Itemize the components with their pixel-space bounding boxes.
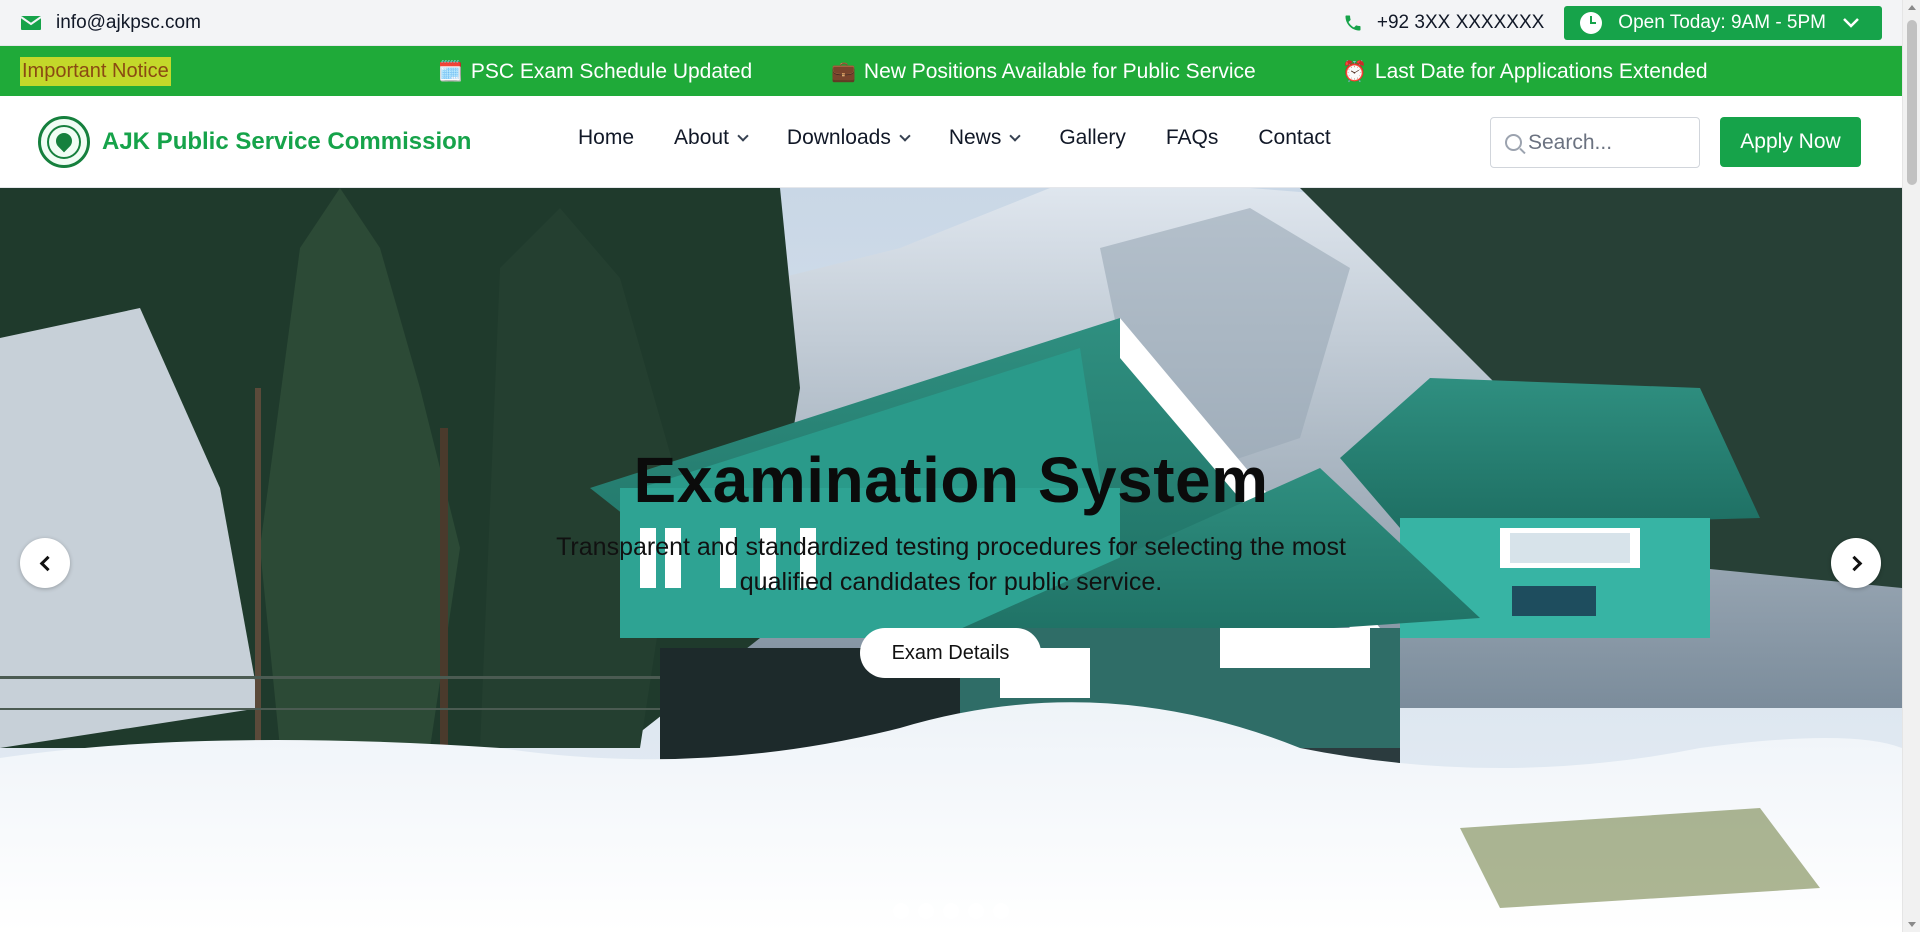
- search-icon: [1505, 134, 1522, 151]
- nav-item-label: FAQs: [1165, 126, 1219, 149]
- ticker-item-text: New Positions Available for Public Servi…: [863, 59, 1256, 83]
- nav-item-label: News: [948, 126, 1002, 149]
- nav-item-label: Gallery: [1059, 126, 1126, 149]
- ticker-item-text: Last Date for Applications Extended: [1374, 59, 1708, 83]
- chevron-down-icon: [899, 130, 911, 142]
- search-box[interactable]: [1490, 117, 1700, 168]
- ticker-item-text: PSC Exam Schedule Updated: [470, 59, 753, 83]
- email-contact[interactable]: info@ajkpsc.com: [20, 12, 201, 34]
- ticker-item[interactable]: 💼 New Positions Available for Public Ser…: [831, 59, 1256, 84]
- brand-link[interactable]: AJK Public Service Commission: [38, 116, 471, 168]
- nav-item-downloads[interactable]: Downloads: [786, 126, 911, 150]
- carousel-prev-button[interactable]: [20, 538, 70, 588]
- scroll-down-arrow-icon[interactable]: [1908, 922, 1916, 927]
- hero-carousel: Examination System Transparent and stand…: [0, 188, 1902, 932]
- nav-item-contact[interactable]: Contact: [1258, 126, 1330, 150]
- apply-now-button[interactable]: Apply Now: [1720, 117, 1861, 167]
- hero-title: Examination System: [633, 444, 1269, 516]
- chevron-down-icon: [737, 130, 749, 142]
- search-input[interactable]: [1528, 130, 1688, 155]
- scroll-up-arrow-icon[interactable]: [1908, 5, 1916, 10]
- notice-ticker: Important Notice 🗓️ PSC Exam Schedule Up…: [0, 46, 1902, 96]
- nav-item-label: Downloads: [786, 126, 891, 149]
- carousel-dot-4[interactable]: [968, 903, 984, 919]
- briefcase-icon: 💼: [831, 61, 856, 83]
- carousel-dot-5[interactable]: [993, 903, 1009, 919]
- carousel-dot-3[interactable]: [943, 903, 959, 919]
- nav-item-home[interactable]: Home: [578, 126, 634, 150]
- office-hours-label: Open Today: 9AM - 5PM: [1618, 11, 1826, 33]
- main-navigation: AJK Public Service Commission Home About…: [0, 96, 1902, 188]
- page-scrollbar[interactable]: [1902, 0, 1920, 932]
- nav-item-about[interactable]: About: [674, 126, 749, 150]
- phone-text: +92 3XX XXXXXXX: [1376, 11, 1545, 33]
- email-text[interactable]: info@ajkpsc.com: [56, 12, 201, 34]
- carousel-dot-2[interactable]: [918, 903, 934, 919]
- hero-subtitle: Transparent and standardized testing pro…: [556, 533, 1346, 596]
- clock-icon: [1580, 11, 1603, 34]
- nav-menu: Home About Downloads News Gallery FAQs C…: [578, 126, 1331, 150]
- chevron-down-icon: [1009, 130, 1022, 142]
- chevron-down-icon: [1843, 17, 1859, 28]
- brand-name: AJK Public Service Commission: [102, 128, 472, 155]
- phone-contact[interactable]: +92 3XX XXXXXXX: [1343, 12, 1544, 34]
- important-notice-badge: Important Notice: [20, 56, 171, 86]
- nav-item-news[interactable]: News: [948, 126, 1022, 150]
- mail-icon: [20, 15, 42, 30]
- nav-item-faqs[interactable]: FAQs: [1166, 126, 1219, 150]
- ajk-psc-logo: [38, 116, 90, 168]
- carousel-indicators: [893, 903, 1009, 919]
- chevron-left-icon: [39, 555, 55, 571]
- carousel-dot-1[interactable]: [893, 903, 909, 919]
- nav-item-label: About: [674, 126, 729, 149]
- nav-item-label: Contact: [1258, 126, 1331, 149]
- office-hours-dropdown[interactable]: Open Today: 9AM - 5PM: [1564, 5, 1882, 40]
- scrollbar-thumb[interactable]: [1907, 20, 1917, 185]
- chevron-right-icon: [1846, 555, 1862, 571]
- calendar-icon: 🗓️: [438, 61, 463, 83]
- top-contact-bar: info@ajkpsc.com +92 3XX XXXXXXX Open Tod…: [0, 0, 1902, 46]
- ticker-item[interactable]: ⏰ Last Date for Applications Extended: [1342, 59, 1708, 84]
- nav-item-label: Home: [578, 126, 635, 149]
- phone-icon: [1345, 15, 1361, 30]
- exam-details-button[interactable]: Exam Details: [860, 628, 1041, 678]
- alarm-clock-icon: ⏰: [1342, 61, 1367, 83]
- carousel-next-button[interactable]: [1831, 538, 1881, 588]
- ticker-item[interactable]: 🗓️ PSC Exam Schedule Updated: [438, 59, 752, 84]
- nav-item-gallery[interactable]: Gallery: [1059, 126, 1126, 150]
